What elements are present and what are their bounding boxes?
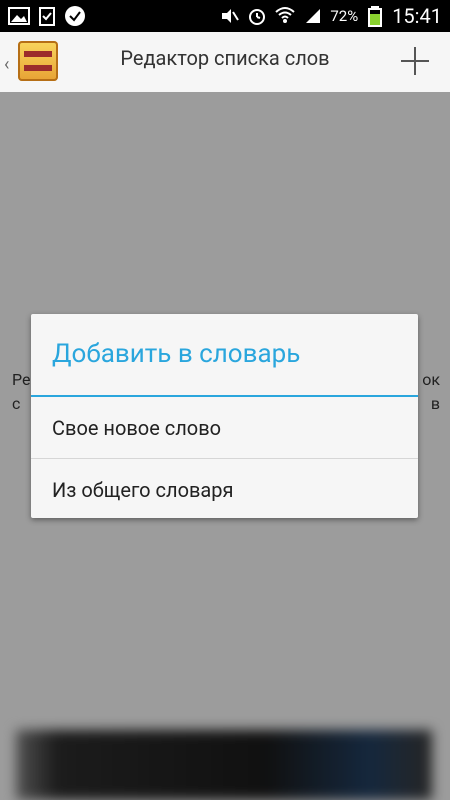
gallery-icon	[8, 5, 30, 27]
battery-icon	[364, 5, 386, 27]
mute-icon	[218, 5, 240, 27]
status-left-icons	[0, 5, 86, 27]
dialog-title: Добавить в словарь	[52, 339, 301, 369]
page-title: Редактор списка слов	[120, 46, 330, 70]
option-from-common-dictionary[interactable]: Из общего словаря	[31, 459, 418, 520]
add-icon[interactable]	[398, 44, 432, 78]
signal-icon	[302, 5, 324, 27]
wifi-icon	[274, 5, 296, 27]
status-right-icons: 72% 15:41	[218, 0, 442, 32]
option-label: Свое новое слово	[52, 415, 222, 440]
option-label: Из общего словаря	[52, 477, 234, 502]
status-bar: 72% 15:41	[0, 0, 450, 32]
option-own-new-word[interactable]: Свое новое слово	[31, 397, 418, 458]
clipboard-check-icon	[36, 5, 58, 27]
battery-percent: 72%	[330, 7, 359, 25]
action-bar: ‹ Редактор списка слов	[0, 32, 450, 93]
alarm-icon	[246, 5, 268, 27]
checkmark-bubble-icon	[64, 5, 86, 27]
clock: 15:41	[392, 4, 442, 28]
add-to-dictionary-dialog: Добавить в словарь Свое новое слово Из о…	[31, 314, 418, 518]
